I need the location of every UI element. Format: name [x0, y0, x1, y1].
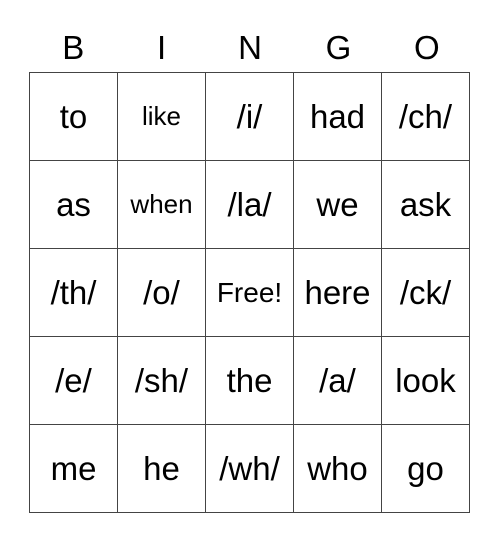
bingo-cell[interactable]: ask — [381, 160, 470, 249]
bingo-header: B I N G O — [29, 28, 471, 68]
grid-row: /e//sh/the/a/look — [29, 336, 470, 425]
bingo-cell[interactable]: me — [29, 424, 118, 513]
bingo-cell[interactable]: /e/ — [29, 336, 118, 425]
bingo-cell[interactable]: the — [205, 336, 294, 425]
free-cell[interactable]: Free! — [205, 248, 294, 337]
bingo-cell[interactable]: /a/ — [293, 336, 382, 425]
header-letter: N — [238, 29, 262, 66]
bingo-cell[interactable]: /wh/ — [205, 424, 294, 513]
bingo-cell[interactable]: when — [117, 160, 206, 249]
bingo-cell[interactable]: who — [293, 424, 382, 513]
bingo-cell[interactable]: /ck/ — [381, 248, 470, 337]
bingo-cell[interactable]: as — [29, 160, 118, 249]
bingo-grid: to like/i/had/ch/as when/la/we ask/th//o/Fr… — [29, 72, 470, 513]
bingo-cell[interactable]: /th/ — [29, 248, 118, 337]
bingo-cell[interactable]: he — [117, 424, 206, 513]
grid-row: to like/i/had/ch/ — [29, 72, 470, 161]
bingo-cell[interactable]: /i/ — [205, 72, 294, 161]
bingo-cell[interactable]: /ch/ — [381, 72, 470, 161]
header-letter: O — [413, 29, 440, 66]
bingo-cell[interactable]: /sh/ — [117, 336, 206, 425]
bingo-cell[interactable]: had — [293, 72, 382, 161]
grid-row: me he/wh/who go — [29, 424, 470, 513]
bingo-cell[interactable]: /la/ — [205, 160, 294, 249]
bingo-cell[interactable]: like — [117, 72, 206, 161]
grid-row: as when/la/we ask — [29, 160, 470, 249]
bingo-cell[interactable]: /o/ — [117, 248, 206, 337]
bingo-cell[interactable]: to — [29, 72, 118, 161]
header-letter: I — [157, 29, 167, 66]
grid-row: /th//o/Free! here/ck/ — [29, 248, 470, 337]
header-letter: G — [325, 29, 352, 66]
header-letter: B — [62, 29, 85, 66]
bingo-cell[interactable]: go — [381, 424, 470, 513]
bingo-cell[interactable]: we — [293, 160, 382, 249]
bingo-cell[interactable]: here — [293, 248, 382, 337]
bingo-cell[interactable]: look — [381, 336, 470, 425]
